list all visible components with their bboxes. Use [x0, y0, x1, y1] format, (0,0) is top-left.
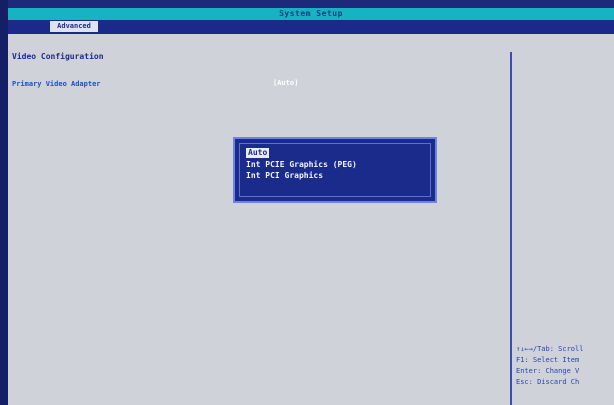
option-popup: Auto Int PCIE Graphics (PEG) Int PCI Gra… — [233, 137, 437, 203]
help-line: Esc: Discard Ch — [516, 378, 580, 386]
settings-list: Video Configuration Primary Video Adapte… — [8, 34, 510, 405]
settings-panel: Video Configuration Primary Video Adapte… — [8, 34, 614, 405]
pane-divider — [510, 52, 512, 405]
option-int-pcie-graphics[interactable]: Int PCIE Graphics (PEG) — [246, 160, 357, 170]
window-title: System Setup — [279, 9, 343, 18]
primary-video-adapter-value[interactable]: [Auto] — [270, 79, 301, 87]
title-bar: System Setup — [8, 8, 614, 20]
section-title: Video Configuration — [12, 52, 104, 61]
tab-bar: Advanced — [8, 20, 614, 34]
help-line: F1: Select Item — [516, 356, 580, 364]
help-panel: ↑↓←→/Tab: Scroll F1: Select Item Enter: … — [516, 344, 614, 388]
help-line: Enter: Change V — [516, 367, 580, 375]
tab-advanced[interactable]: Advanced — [50, 21, 98, 32]
option-int-pci-graphics[interactable]: Int PCI Graphics — [246, 171, 323, 181]
option-popup-frame: Auto Int PCIE Graphics (PEG) Int PCI Gra… — [239, 143, 431, 197]
bios-screen: System Setup Advanced Video Configuratio… — [0, 0, 614, 405]
primary-video-adapter-label[interactable]: Primary Video Adapter — [12, 80, 101, 88]
screen-left-border — [0, 0, 8, 405]
option-auto[interactable]: Auto — [246, 148, 270, 158]
help-line: ↑↓←→/Tab: Scroll — [516, 345, 584, 353]
